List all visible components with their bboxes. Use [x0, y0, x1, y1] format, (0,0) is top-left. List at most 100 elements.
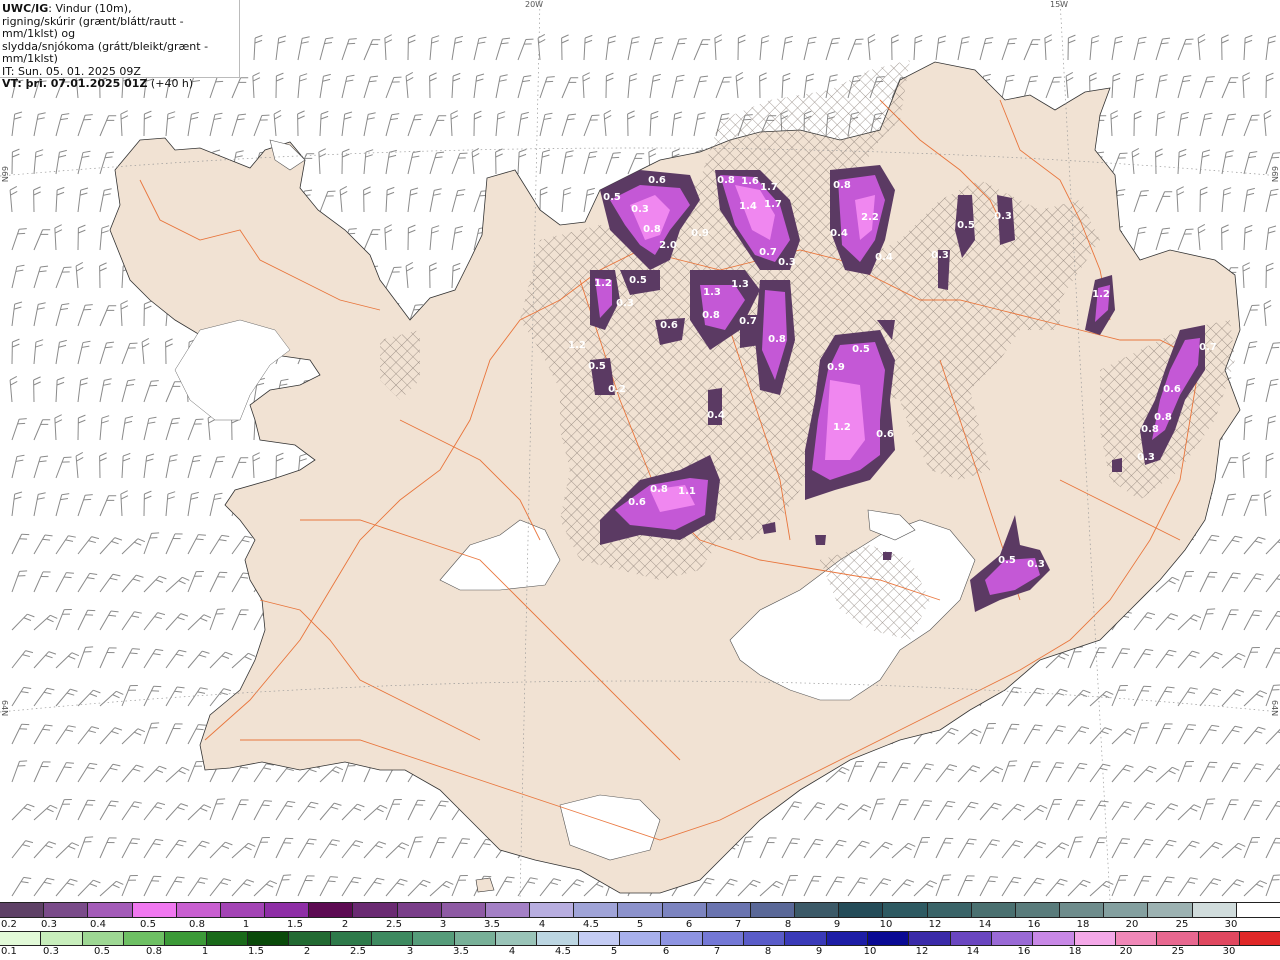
precip-contour-label: 1.2 — [1092, 289, 1110, 300]
rain-colorbar-label: 1 — [201, 946, 209, 957]
rain-colorbar-cell — [495, 932, 538, 945]
rain-colorbar-label: 2.5 — [350, 946, 366, 957]
snow-colorbar-label: 3.5 — [484, 919, 500, 930]
rain-colorbar-label: 5 — [610, 946, 618, 957]
precip-contour-label: 0.8 — [768, 334, 786, 345]
precip-contour-label: 1.2 — [594, 278, 612, 289]
precip-contour-label: 0.6 — [628, 497, 646, 508]
snow-colorbar-label: 6 — [685, 919, 693, 930]
rain-colorbar-cell — [1115, 932, 1158, 945]
weather-map: 0.60.50.30.82.00.91.2 0.50.30.8 1.61.71.4 1… — [0, 0, 1280, 900]
snow-colorbar-cell — [883, 903, 928, 917]
precip-contour-label: 0.5 — [852, 344, 870, 355]
snow-colorbar-label: 18 — [1076, 919, 1090, 930]
snow-colorbar-cell — [176, 903, 221, 917]
precip-contour-label: 1.7 — [760, 182, 778, 193]
rain-colorbar-cell — [537, 932, 579, 945]
precip-contour-label: 0.8 — [1141, 424, 1159, 435]
precip-contour-label: 0.8 — [643, 224, 661, 235]
precip-contour-label: 0.7 — [739, 316, 757, 327]
snow-colorbar-cell — [706, 903, 751, 917]
rain-colorbar-cell — [413, 932, 455, 945]
snow-colorbar-label: 8 — [784, 919, 792, 930]
precip-contour-label: 0.5 — [957, 220, 975, 231]
rain-colorbar — [0, 931, 1280, 946]
precip-contour-label: 0.6 — [648, 175, 666, 186]
snow-colorbar-label: 1.5 — [287, 919, 303, 930]
model-name: UWC/IG — [2, 2, 49, 15]
snow-colorbar-label: 12 — [928, 919, 942, 930]
snow-colorbar-cell — [88, 903, 133, 917]
rain-colorbar-cell — [867, 932, 910, 945]
snow-colorbar-cell — [132, 903, 177, 917]
rain-colorbar-cell — [826, 932, 868, 945]
precip-contour-label: 0.2 — [608, 384, 626, 395]
rain-colorbar-cell — [1033, 932, 1075, 945]
rain-colorbar-label: 2 — [303, 946, 311, 957]
snow-colorbar-cell — [485, 903, 531, 917]
snow-colorbar-cell — [309, 903, 354, 917]
snow-colorbar-cell — [353, 903, 398, 917]
rain-colorbar-labels: 0.1 0.3 0.5 0.8 1 1.5 2 2.5 3 3.5 4 4.5 5 6 7 8 9 10 12 14 1… — [0, 946, 1280, 959]
rain-colorbar-cell — [330, 932, 372, 945]
snow-colorbar-label: 0.8 — [189, 919, 205, 930]
rain-colorbar-cell — [950, 932, 992, 945]
precip-contour-label: 0.7 — [1199, 342, 1217, 353]
precip-contour-label: 0.5 — [629, 275, 647, 286]
precip-contour-label: 0.4 — [875, 252, 893, 263]
snow-colorbar-label: 0.4 — [90, 919, 106, 930]
precip-contour-label: 1.6 — [741, 176, 759, 187]
rain-colorbar-cell — [41, 932, 83, 945]
rain-colorbar-label: 0.8 — [146, 946, 162, 957]
precip-contour-label: 0.9 — [827, 362, 845, 373]
snow-colorbar-label: 4 — [538, 919, 546, 930]
rain-colorbar-cell — [578, 932, 620, 945]
rain-colorbar-label: 16 — [1017, 946, 1031, 957]
snow-colorbar-cell — [1148, 903, 1193, 917]
rain-colorbar-label: 18 — [1068, 946, 1082, 957]
precip-contour-label: 1.7 — [764, 199, 782, 210]
snow-colorbar-label: 5 — [636, 919, 644, 930]
rain-colorbar-label: 3.5 — [453, 946, 469, 957]
precip-contour-label: 0.3 — [1137, 452, 1155, 463]
rain-colorbar-cell — [1239, 932, 1280, 945]
snow-colorbar-label: 7 — [734, 919, 742, 930]
rain-colorbar-label: 0.1 — [1, 946, 17, 957]
rain-colorbar-cell — [619, 932, 662, 945]
precip-contour-label: 0.3 — [1027, 559, 1045, 570]
rain-colorbar-label: 3 — [406, 946, 414, 957]
precip-contour-label: 0.4 — [830, 228, 848, 239]
precip-contour-label: 1.3 — [703, 287, 721, 298]
precip-contour-label: 0.3 — [994, 211, 1012, 222]
snow-colorbar-cell — [1060, 903, 1105, 917]
snow-colorbar-label: 14 — [978, 919, 992, 930]
lat-label-64n-right: 64N — [1270, 700, 1279, 717]
precip-contour-label: 0.5 — [588, 361, 606, 372]
rain-colorbar-cell — [247, 932, 290, 945]
snow-colorbar-cell — [927, 903, 972, 917]
snow-colorbar-cell — [750, 903, 796, 917]
precip-contour-label: 0.3 — [931, 250, 949, 261]
precip-contour-label: 0.4 — [707, 410, 725, 421]
snow-colorbar-label: 30 — [1224, 919, 1238, 930]
rain-colorbar-cell — [206, 932, 248, 945]
rain-colorbar-label: 9 — [815, 946, 823, 957]
snow-colorbar-label: 2 — [341, 919, 349, 930]
snow-colorbar-cell — [1104, 903, 1149, 917]
precip-contour-label: 1.3 — [731, 279, 749, 290]
rain-colorbar-cell — [661, 932, 703, 945]
rain-colorbar-label: 14 — [966, 946, 980, 957]
precip-contour-label: 1.1 — [678, 486, 696, 497]
rain-colorbar-cell — [743, 932, 786, 945]
rain-colorbar-cell — [909, 932, 951, 945]
snow-colorbar-label: 3 — [439, 919, 447, 930]
precip-contour-label: 1.2 — [568, 340, 586, 351]
rain-colorbar-label: 1.5 — [248, 946, 264, 957]
rain-colorbar-cell — [785, 932, 827, 945]
rain-colorbar-cell — [1074, 932, 1116, 945]
lead-time: (+40 h) — [147, 77, 194, 90]
rain-colorbar-label: 6 — [662, 946, 670, 957]
snow-colorbar-label: 10 — [879, 919, 893, 930]
snow-colorbar-label: 0.2 — [1, 919, 17, 930]
rain-colorbar-label: 8 — [764, 946, 772, 957]
